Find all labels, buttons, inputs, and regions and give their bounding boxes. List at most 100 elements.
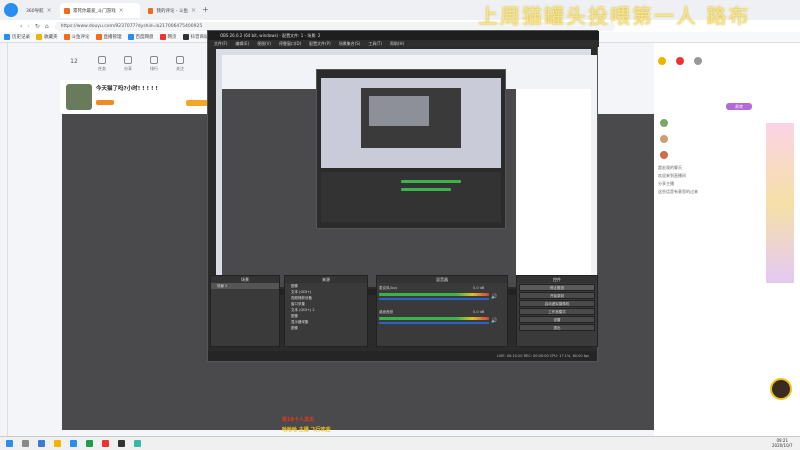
chat-message: 欢迎来到直播间 — [658, 173, 686, 178]
nested-obs — [361, 88, 461, 148]
volume-slider[interactable] — [379, 322, 489, 324]
chat-user-avatar[interactable] — [660, 151, 668, 159]
scenes-dock: 场景 场景 2 — [210, 275, 280, 347]
chat-panel: 贵宾 超宏观的聊天 欢迎来到直播间 分享主播 这些话是有意思的过来 — [654, 43, 800, 436]
tab-stream[interactable]: 累死你最爱_斗门游戏 × — [60, 3, 140, 18]
obs-status-bar: LIVE: 00:10:20 REC: 00:00:00 CPU: 17.1%,… — [208, 351, 597, 361]
start-recording-button[interactable]: 开始录制 — [519, 292, 595, 299]
overlay-red-label: 哈哈哈 主播 飞行欢迎 — [282, 427, 331, 433]
decor-sticker — [766, 123, 794, 283]
stream-title: 今天猫了吗?小时! ! ! ! ! — [96, 86, 158, 92]
bookmark-icon — [36, 34, 42, 40]
bookmark-icon — [4, 34, 10, 40]
douyu-icon — [64, 7, 70, 14]
volume-meter — [379, 293, 489, 296]
menu-scene-collection[interactable]: 场景集合(S) — [339, 41, 361, 47]
mute-icon[interactable]: 🔊 — [491, 318, 497, 324]
browser-logo-icon — [4, 3, 18, 17]
share-icon — [124, 56, 132, 64]
scene-item[interactable]: 场景 2 — [211, 283, 279, 289]
studio-mode-button[interactable]: 工作室模式 — [519, 308, 595, 315]
stop-streaming-button[interactable]: 停止推流 — [519, 284, 595, 291]
task-icon — [98, 56, 106, 64]
gift-icon[interactable] — [658, 57, 666, 65]
follow-icon — [176, 56, 184, 64]
chat-message: 这些话是有意思的过来 — [658, 189, 698, 194]
obs-title-bar: OBS 26.0.2 (64 bit, windows) - 配置文件: 1 -… — [208, 31, 599, 40]
vip-badge[interactable]: 贵宾 — [726, 103, 752, 110]
close-icon[interactable]: × — [191, 7, 196, 14]
bookmark-item[interactable]: 网页 — [159, 34, 177, 40]
mixer-dock: 混音器 麦克风/Aux 0.0 dB 🔊 桌面音频 0.0 dB 🔊 — [376, 275, 508, 347]
nested-preview-2 — [369, 96, 429, 126]
bookmark-icon — [182, 34, 189, 40]
exit-button[interactable]: 退出 — [519, 324, 595, 331]
tab-home[interactable]: 360导航 × — [22, 3, 56, 18]
search-icon[interactable] — [22, 440, 29, 447]
forward-icon[interactable]: › — [27, 23, 29, 30]
nav-share[interactable]: 分享 — [116, 56, 140, 72]
close-icon[interactable]: × — [119, 7, 124, 14]
douyu-icon — [148, 7, 154, 14]
nav-level[interactable]: 12 — [62, 58, 86, 65]
menu-edit[interactable]: 编辑(E) — [235, 41, 249, 47]
rank-icon[interactable] — [694, 57, 702, 65]
mixer-track-name: 桌面音频 — [379, 310, 393, 314]
volume-meter — [379, 317, 489, 320]
streamer-avatar[interactable] — [66, 84, 92, 110]
back-icon[interactable]: ‹ — [20, 23, 22, 30]
source-item[interactable]: 图像 — [285, 325, 367, 331]
nav-task[interactable]: 任务 — [90, 56, 114, 72]
app-taskbar-icon[interactable] — [102, 440, 109, 447]
refresh-icon[interactable]: ↻ — [35, 23, 40, 30]
fan-icon[interactable] — [676, 57, 684, 65]
tab-comments[interactable]: 我的评论 - 斗鱼 × — [144, 3, 200, 18]
follow-button[interactable] — [186, 100, 208, 106]
mute-icon[interactable]: 🔊 — [491, 294, 497, 300]
virtual-camera-button[interactable]: 启动虚拟摄像机 — [519, 300, 595, 307]
stream-overlay-title: 上周猫罐头投喂第一人 路布 — [478, 4, 751, 28]
chat-message: 分享主播 — [658, 181, 674, 186]
close-icon[interactable]: × — [47, 7, 52, 14]
bookmark-item[interactable]: 历史记录 — [4, 34, 30, 40]
browser-sidebar — [0, 43, 8, 436]
home-icon[interactable]: ⌂ — [45, 23, 49, 30]
menu-file[interactable]: 文件(F) — [214, 41, 227, 47]
bookmark-item[interactable]: 抖音商城 — [182, 34, 209, 40]
taskbar-clock[interactable]: 09:21 2020/10/7 — [772, 438, 793, 448]
bookmark-item[interactable]: 直播管理 — [95, 34, 122, 40]
nested-meter — [401, 188, 451, 191]
settings-button[interactable]: 设置 — [519, 316, 595, 323]
sources-dock: 来源 图像 文本 (GDI+) 视频捕获设备 窗口采集 文本 (GDI+) 2 … — [284, 275, 368, 347]
nav-rank[interactable]: 排行 — [142, 56, 166, 72]
volume-slider[interactable] — [379, 298, 489, 300]
menu-profile[interactable]: 配置文件(P) — [309, 41, 331, 47]
bookmark-item[interactable]: 收藏夹 — [36, 34, 58, 40]
bookmark-item[interactable]: 斗鱼评论 — [63, 34, 90, 40]
mixer-track-db: 0.0 dB — [473, 286, 485, 290]
preview-chat — [516, 89, 591, 287]
mixer-track-name: 麦克风/Aux — [379, 286, 398, 290]
app-taskbar-icon[interactable] — [86, 440, 93, 447]
obs-taskbar-icon[interactable] — [118, 440, 125, 447]
bookmark-icon — [95, 34, 102, 40]
menu-docks[interactable]: 停靠窗口(D) — [279, 41, 301, 47]
bookmark-item[interactable]: 百度网盘 — [127, 34, 154, 40]
stream-tag-badge — [96, 100, 114, 105]
rank-icon — [150, 56, 158, 64]
browser-taskbar-icon[interactable] — [70, 440, 77, 447]
obs-preview[interactable] — [216, 49, 597, 287]
app-taskbar-icon[interactable] — [134, 440, 141, 447]
taskview-icon[interactable] — [38, 440, 45, 447]
chat-header-icons — [658, 57, 702, 65]
file-explorer-icon[interactable] — [54, 440, 61, 447]
overlay-red-label: 第18十人发出 — [282, 417, 314, 423]
new-tab-button[interactable]: + — [202, 5, 209, 14]
chat-user-avatar[interactable] — [660, 119, 668, 127]
windows-start-icon[interactable] — [6, 440, 13, 447]
chat-user-avatar[interactable] — [660, 135, 668, 143]
menu-help[interactable]: 帮助(H) — [390, 41, 404, 47]
menu-tools[interactable]: 工具(T) — [368, 41, 382, 47]
menu-view[interactable]: 视图(V) — [257, 41, 271, 47]
nav-follow[interactable]: 关注 — [168, 56, 192, 72]
